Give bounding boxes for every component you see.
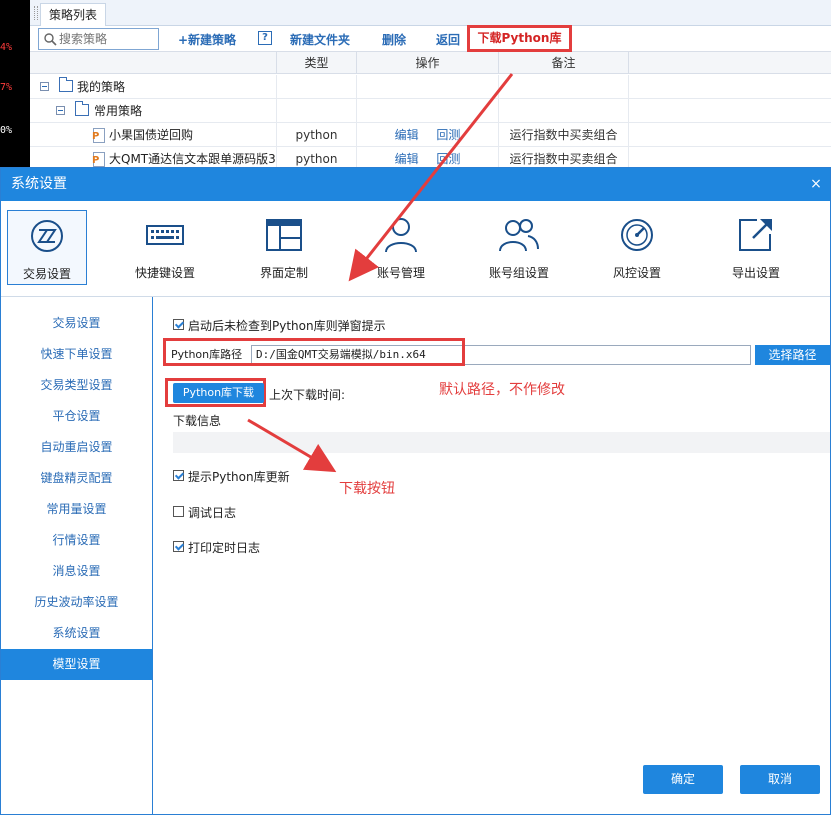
category-account-group[interactable]: 账号组设置 (479, 210, 559, 285)
settings-category-bar: 交易设置 快捷键设置 界面定制 账号管理 账号组设置 风控设置 导出设置 (1, 201, 830, 297)
user-icon (385, 218, 417, 253)
sidebar-item-model-settings[interactable]: 模型设置 (1, 649, 153, 680)
tree-row[interactable]: 常用策略 (30, 99, 831, 123)
tree-node-label: 常用策略 (94, 104, 143, 118)
print-timer-log-label[interactable]: 打印定时日志 (188, 539, 260, 556)
delete-button[interactable]: 删除 (382, 31, 406, 48)
model-settings-panel: 启动后未检查到Python库则弹窗提示 Python库路径 D:/国金QMT交易… (154, 297, 830, 814)
python-download-button[interactable]: Python库下载 (173, 383, 264, 403)
search-icon (44, 33, 57, 46)
strategy-note: 运行指数中买卖组合 (498, 123, 628, 147)
tree-row[interactable]: 小果国债逆回购 python 编辑 回测 运行指数中买卖组合 (30, 123, 831, 147)
system-settings-dialog: 系统设置 × 交易设置 快捷键设置 界面定制 账号管理 账号组设置 风控设置 导… (0, 167, 831, 815)
new-strategy-button[interactable]: +新建策略 (178, 31, 236, 48)
popup-on-missing-label[interactable]: 启动后未检查到Python库则弹窗提示 (188, 317, 386, 334)
export-icon (739, 219, 772, 251)
tree-header: 类型 操作 备注 (30, 52, 831, 74)
category-label: 界面定制 (259, 266, 308, 280)
annotation-default-path: 默认路径，不作修改 (439, 382, 565, 398)
debug-log-checkbox[interactable] (173, 506, 184, 517)
tab-bar: 策略列表 (30, 0, 831, 26)
column-header-note[interactable]: 备注 (498, 52, 628, 74)
dialog-title-bar[interactable]: 系统设置 × (1, 168, 830, 201)
category-label: 账号组设置 (488, 266, 549, 280)
dialog-title: 系统设置 (11, 176, 67, 192)
folder-icon (59, 77, 73, 92)
sidebar-item-message[interactable]: 消息设置 (1, 556, 152, 587)
sidebar-item-trade-settings[interactable]: 交易设置 (1, 308, 152, 339)
category-label: 交易设置 (22, 267, 71, 281)
cancel-button[interactable]: 取消 (740, 765, 820, 794)
quote-change: 4% (0, 42, 13, 53)
download-info-area (173, 432, 830, 453)
collapse-icon[interactable] (40, 82, 49, 91)
category-label: 账号管理 (376, 266, 425, 280)
sidebar-item-auto-restart[interactable]: 自动重启设置 (1, 432, 152, 463)
category-ui-custom[interactable]: 界面定制 (244, 210, 324, 285)
column-header-actions[interactable]: 操作 (356, 52, 498, 74)
prompt-update-checkbox[interactable] (173, 470, 184, 481)
sidebar-item-system[interactable]: 系统设置 (1, 618, 152, 649)
annotation-download-button: 下载按钮 (339, 481, 395, 497)
select-path-button[interactable]: 选择路径 (755, 345, 830, 365)
download-python-lib-button[interactable]: 下载Python库 (467, 25, 572, 52)
ok-button[interactable]: 确定 (643, 765, 723, 794)
back-button[interactable]: 返回 (436, 31, 460, 48)
quote-change: 0% (0, 125, 13, 136)
trade-settings-icon (31, 220, 63, 252)
edit-link[interactable]: 编辑 (395, 152, 419, 166)
category-label: 导出设置 (731, 266, 780, 280)
user-group-icon (499, 219, 539, 252)
column-header-empty (628, 52, 831, 74)
tree-row[interactable]: 我的策略 (30, 75, 831, 99)
folder-icon (75, 101, 89, 116)
category-label: 快捷键设置 (134, 266, 195, 280)
tree-node-label: 小果国债逆回购 (109, 128, 194, 142)
category-account-management[interactable]: 账号管理 (361, 210, 441, 285)
download-info-label: 下载信息 (173, 414, 222, 428)
debug-log-label[interactable]: 调试日志 (188, 504, 236, 521)
column-header-type[interactable]: 类型 (276, 52, 356, 74)
settings-sidebar: 交易设置 快速下单设置 交易类型设置 平仓设置 自动重启设置 键盘精灵配置 常用… (1, 297, 153, 814)
keyboard-icon (146, 225, 184, 245)
close-icon[interactable]: × (808, 176, 824, 192)
gauge-icon (621, 219, 653, 251)
popup-on-missing-checkbox[interactable] (173, 319, 184, 330)
sidebar-item-quick-order[interactable]: 快速下单设置 (1, 339, 152, 370)
tree-node-label: 我的策略 (77, 80, 126, 94)
collapse-icon[interactable] (56, 106, 65, 115)
sidebar-item-market-data[interactable]: 行情设置 (1, 525, 152, 556)
category-export[interactable]: 导出设置 (716, 210, 796, 285)
sidebar-item-keyboard-wizard[interactable]: 键盘精灵配置 (1, 463, 152, 494)
strategy-toolbar: +新建策略 ? 新建文件夹 删除 返回 下载Python库 (30, 25, 831, 52)
layout-icon (266, 219, 302, 251)
python-file-icon (92, 152, 105, 167)
backtest-link[interactable]: 回测 (436, 152, 460, 166)
print-timer-log-checkbox[interactable] (173, 541, 184, 552)
python-file-icon (92, 128, 105, 143)
quote-change: 7% (0, 82, 13, 93)
help-icon[interactable]: ? (258, 31, 272, 45)
edit-link[interactable]: 编辑 (395, 128, 419, 142)
sidebar-item-common-quantity[interactable]: 常用量设置 (1, 494, 152, 525)
search-box[interactable] (38, 28, 159, 50)
prompt-update-label[interactable]: 提示Python库更新 (188, 468, 290, 485)
search-input[interactable] (59, 31, 155, 47)
annotation-box (163, 338, 465, 366)
backtest-link[interactable]: 回测 (436, 128, 460, 142)
category-label: 风控设置 (612, 266, 661, 280)
category-trade-settings[interactable]: 交易设置 (7, 210, 87, 285)
category-shortcut-settings[interactable]: 快捷键设置 (125, 210, 205, 285)
sidebar-item-historical-volatility[interactable]: 历史波动率设置 (1, 587, 152, 618)
new-folder-button[interactable]: 新建文件夹 (290, 31, 350, 48)
drag-handle-icon[interactable] (34, 6, 38, 20)
sidebar-item-close-position[interactable]: 平仓设置 (1, 401, 152, 432)
last-download-time: 上次下载时间: (269, 388, 346, 402)
category-risk-control[interactable]: 风控设置 (597, 210, 677, 285)
tab-strategy-list[interactable]: 策略列表 (40, 3, 107, 26)
sidebar-item-trade-type[interactable]: 交易类型设置 (1, 370, 152, 401)
strategy-type: python (276, 123, 356, 147)
